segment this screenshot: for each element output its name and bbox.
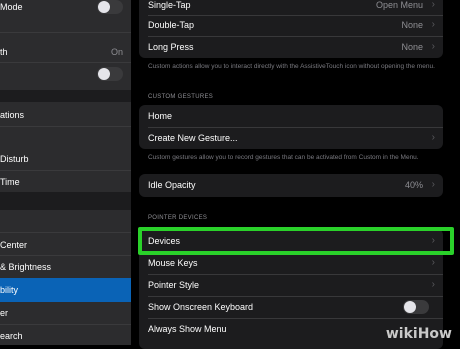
- devices-highlight-box: [138, 227, 454, 255]
- double-tap-row[interactable]: Double-Tap None ›: [139, 14, 443, 36]
- long-press-value: None: [401, 42, 423, 52]
- sidebar-item-label: earch: [0, 331, 23, 341]
- idle-opacity-row[interactable]: Idle Opacity 40% ›: [139, 174, 443, 196]
- sidebar-item-label: bility: [0, 285, 19, 295]
- sidebar-item-screen-time[interactable]: Time: [0, 171, 131, 193]
- sidebar-item-label: Disturb: [0, 154, 29, 164]
- mouse-keys-label: Mouse Keys: [148, 258, 198, 268]
- double-tap-label: Double-Tap: [148, 20, 195, 30]
- long-press-row[interactable]: Long Press None ›: [139, 36, 443, 58]
- assistivetouch-settings: Single-Tap Open Menu › Double-Tap None ›…: [131, 0, 460, 349]
- double-tap-value: None: [401, 20, 423, 30]
- sidebar-item-control-center[interactable]: Center: [0, 234, 131, 256]
- pointer-style-row[interactable]: Pointer Style ›: [139, 274, 443, 296]
- home-label: Home: [148, 111, 173, 121]
- wikihow-watermark: wikiHow: [385, 326, 452, 342]
- sidebar-item-notifications[interactable]: ations: [0, 104, 131, 126]
- sidebar-item-display-brightness[interactable]: & Brightness: [0, 256, 131, 278]
- sidebar-item-label: Mode: [0, 2, 23, 12]
- custom-gestures-note: Custom gestures allow you to record gest…: [148, 154, 419, 161]
- chevron-right-icon: ›: [431, 257, 435, 268]
- home-row[interactable]: Home: [139, 105, 443, 127]
- show-onscreen-keyboard-row[interactable]: Show Onscreen Keyboard: [139, 296, 443, 318]
- idle-opacity-label: Idle Opacity: [148, 180, 196, 190]
- sidebar-item-label: Time: [0, 177, 20, 187]
- create-new-gesture-row[interactable]: Create New Gesture... ›: [139, 127, 443, 149]
- always-show-menu-label: Always Show Menu: [148, 324, 227, 334]
- idle-opacity-value: 40%: [404, 180, 423, 190]
- sidebar-item-label: ations: [0, 110, 25, 120]
- chevron-right-icon: ›: [431, 179, 435, 190]
- show-onscreen-keyboard-toggle[interactable]: [403, 300, 429, 314]
- sidebar-item-wallpaper[interactable]: er: [0, 302, 131, 324]
- sidebar-item-toggle-row[interactable]: [0, 63, 131, 85]
- sidebar-item-search[interactable]: earch: [0, 325, 131, 345]
- create-new-gesture-label: Create New Gesture...: [148, 133, 238, 143]
- settings-sidebar: Mode th On ations Disturb Time Center & …: [0, 0, 131, 345]
- sidebar-item-accessibility[interactable]: bility: [0, 278, 131, 302]
- sidebar-item-label: th: [0, 47, 8, 57]
- long-press-label: Long Press: [148, 42, 194, 52]
- sidebar-item-label: er: [0, 308, 9, 318]
- chevron-right-icon: ›: [431, 279, 435, 290]
- mode-toggle[interactable]: [97, 0, 123, 14]
- sidebar-toggle[interactable]: [97, 67, 123, 81]
- sidebar-item-mode[interactable]: Mode: [0, 0, 131, 18]
- sidebar-item-do-not-disturb[interactable]: Disturb: [0, 148, 131, 170]
- sidebar-item-label: & Brightness: [0, 262, 52, 272]
- show-onscreen-keyboard-label: Show Onscreen Keyboard: [148, 302, 254, 312]
- sidebar-item-label: Center: [0, 240, 28, 250]
- custom-actions-note: Custom actions allow you to interact dir…: [148, 63, 435, 70]
- custom-gestures-header: CUSTOM GESTURES: [148, 94, 214, 100]
- chevron-right-icon: ›: [431, 41, 435, 52]
- chevron-right-icon: ›: [431, 132, 435, 143]
- pointer-devices-header: POINTER DEVICES: [148, 215, 208, 221]
- sidebar-item-th[interactable]: th On: [0, 41, 131, 63]
- sidebar-item-value: On: [110, 47, 123, 57]
- pointer-style-label: Pointer Style: [148, 280, 200, 290]
- chevron-right-icon: ›: [431, 19, 435, 30]
- mouse-keys-row[interactable]: Mouse Keys ›: [139, 252, 443, 274]
